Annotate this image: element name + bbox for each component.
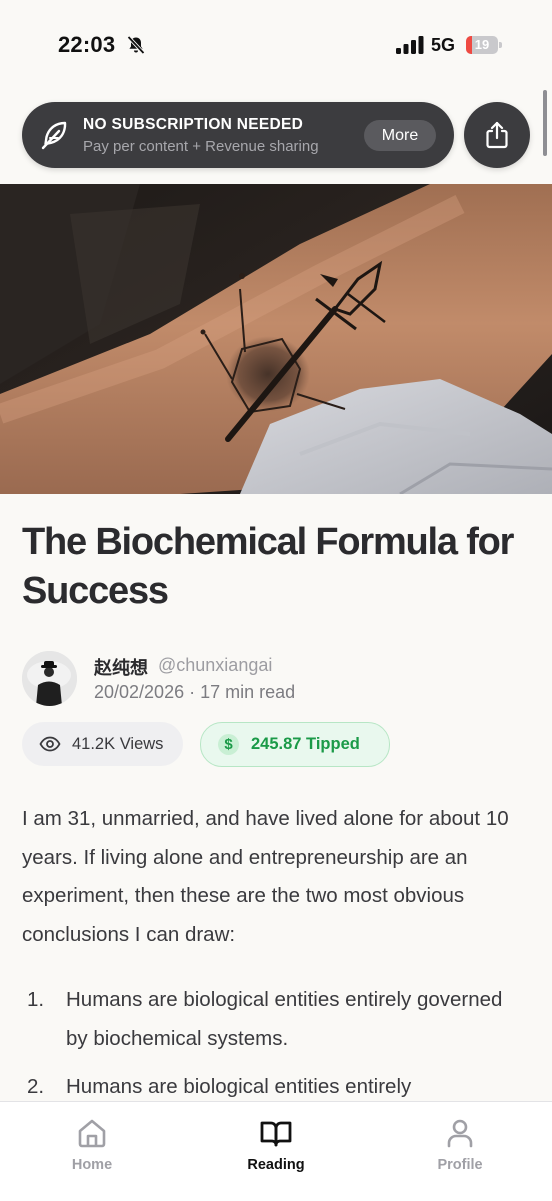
views-count: 41.2K Views [72,735,164,753]
bottom-tab-bar: Home Reading Profile [0,1101,552,1201]
cellular-signal-icon [396,36,424,54]
author-handle[interactable]: @chunxiangai [158,655,272,676]
clock-time: 22:03 [58,32,116,57]
subscription-banner[interactable]: NO SUBSCRIPTION NEEDED Pay per content +… [22,102,454,168]
tab-reading[interactable]: Reading [216,1102,336,1182]
tab-home[interactable]: Home [32,1102,152,1182]
home-icon [78,1119,106,1148]
feather-icon [41,121,67,150]
dollar-icon: $ [218,734,239,755]
tab-profile[interactable]: Profile [400,1102,520,1182]
article-meta: 20/02/2026 · 17 min read [94,682,296,702]
banner-subtitle: Pay per content + Revenue sharing [83,138,319,155]
share-button[interactable] [464,102,530,168]
network-type: 5G [431,35,456,55]
list-text: Humans are biological entities entirely … [66,988,503,1050]
battery-icon: 19 [466,36,502,54]
banner-title: NO SUBSCRIPTION NEEDED [83,116,304,133]
scroll-indicator[interactable] [543,90,547,156]
avatar[interactable] [22,651,77,706]
tipped-amount: 245.87 Tipped [251,735,360,753]
views-badge: 41.2K Views [22,722,183,766]
tab-reading-label: Reading [247,1157,305,1173]
status-bar: 22:03 5G 19 [0,0,552,90]
more-button[interactable]: More [364,120,436,151]
article-paragraph: I am 31, unmarried, and have lived alone… [22,807,509,946]
article-title: The Biochemical Formula for Success [22,521,514,612]
hero-image [0,184,552,494]
list-number: 1. [27,988,45,1011]
book-icon [260,1121,292,1147]
bell-slash-icon [127,35,145,55]
battery-level: 19 [474,37,490,52]
tip-button[interactable]: $ 245.87 Tipped [200,722,390,767]
eye-icon [39,736,61,752]
person-icon [447,1119,473,1148]
author-name[interactable]: 赵纯想 [94,654,148,680]
share-icon [486,121,508,149]
tab-profile-label: Profile [437,1157,483,1173]
tab-home-label: Home [71,1157,113,1173]
